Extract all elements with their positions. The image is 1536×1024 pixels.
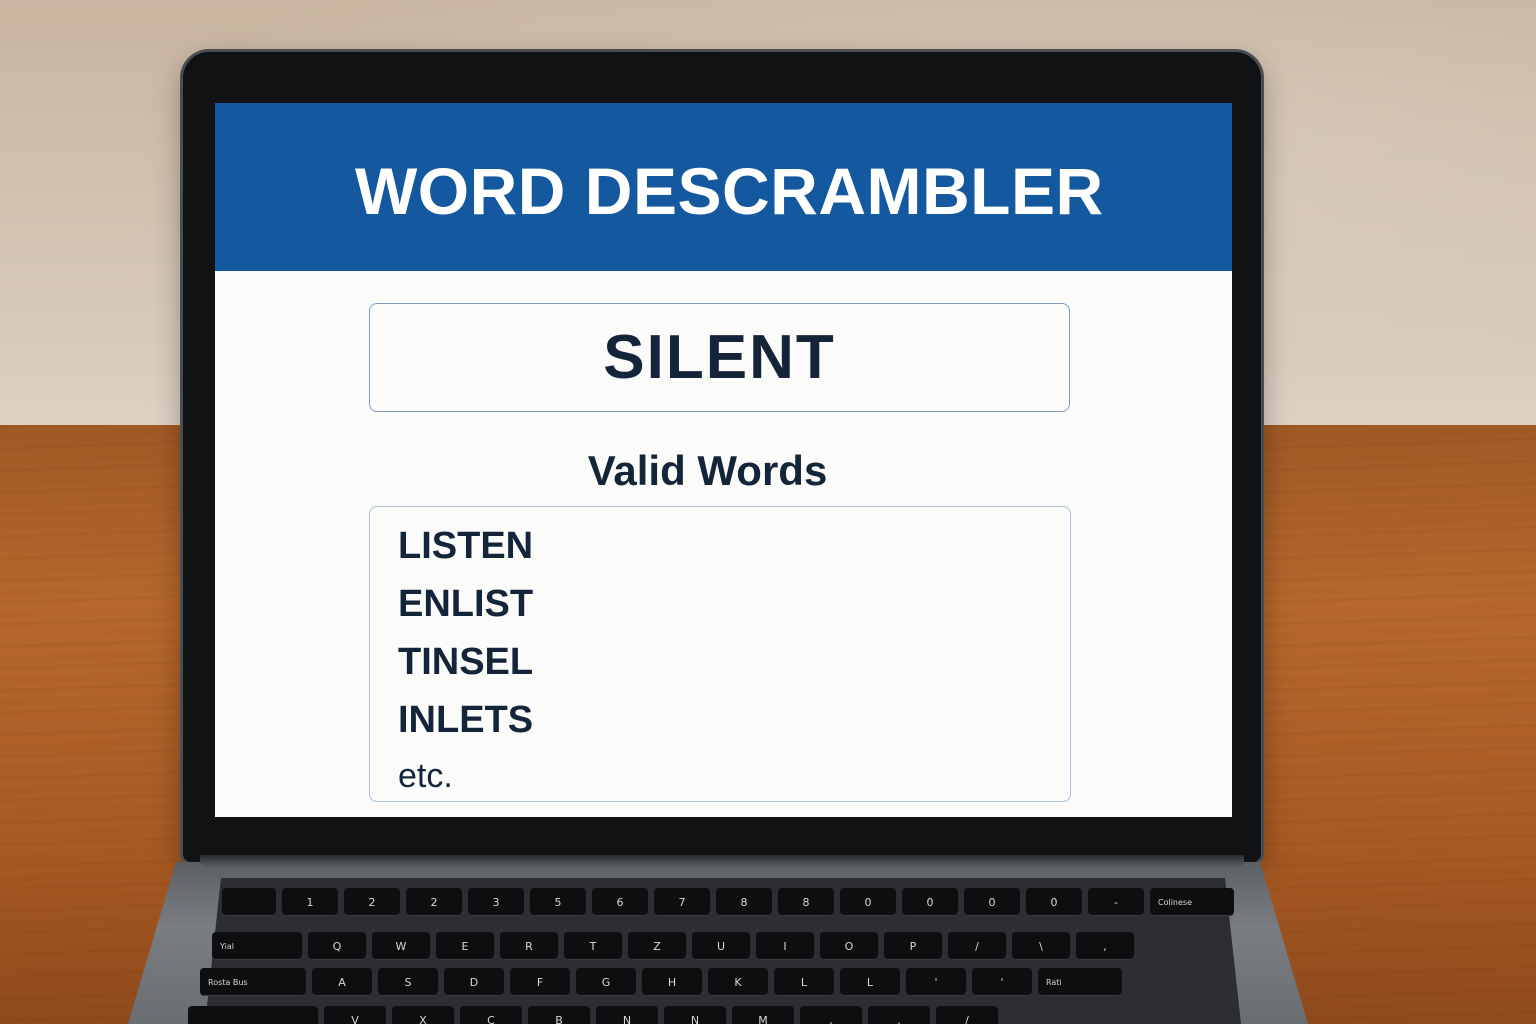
keyboard-key[interactable]: 0	[964, 888, 1020, 916]
keyboard-key[interactable]: 7	[654, 888, 710, 916]
keyboard-key[interactable]: H	[642, 968, 702, 996]
keyboard-key[interactable]: E	[436, 932, 494, 960]
keyboard-key[interactable]: O	[820, 932, 878, 960]
keyboard-key[interactable]: Yial	[212, 932, 302, 960]
keyboard-row-bottom: V X C B N N M , . /	[188, 1006, 998, 1024]
app-title: WORD DESCRAMBLER	[355, 154, 1104, 228]
keyboard-key[interactable]: L	[774, 968, 834, 996]
keyboard-key[interactable]: /	[948, 932, 1006, 960]
keyboard-key[interactable]: C	[460, 1006, 522, 1024]
keyboard-key[interactable]: F	[510, 968, 570, 996]
list-item-more: etc.	[398, 757, 453, 795]
keyboard-key[interactable]: 0	[1026, 888, 1082, 916]
keyboard-key[interactable]: Colinese	[1150, 888, 1234, 916]
keyboard-key[interactable]: .	[868, 1006, 930, 1024]
keyboard-key[interactable]: U	[692, 932, 750, 960]
keyboard-row-top-letters: Yial Q W E R T Z U I O P / \ ,	[212, 932, 1134, 960]
keyboard-key[interactable]: N	[664, 1006, 726, 1024]
keyboard-key[interactable]: V	[324, 1006, 386, 1024]
keyboard-row-numbers: 1 2 2 3 5 6 7 8 8 0 0 0 0 - Colinese	[222, 888, 1234, 916]
keyboard-key[interactable]: G	[576, 968, 636, 996]
list-item: TINSEL	[398, 641, 534, 683]
valid-words-list: LISTEN ENLIST TINSEL INLETS etc.	[369, 506, 1071, 802]
keyboard-key[interactable]: ,	[800, 1006, 862, 1024]
keyboard-key[interactable]: T	[564, 932, 622, 960]
keyboard-key[interactable]: ,	[1076, 932, 1134, 960]
keyboard-key[interactable]: \	[1012, 932, 1070, 960]
keyboard-key[interactable]: R	[500, 932, 558, 960]
list-item: LISTEN	[398, 525, 534, 567]
keyboard-key[interactable]: 0	[840, 888, 896, 916]
keyboard-key[interactable]: X	[392, 1006, 454, 1024]
keyboard-key[interactable]: 8	[716, 888, 772, 916]
keyboard-key[interactable]: Q	[308, 932, 366, 960]
keyboard-key[interactable]: D	[444, 968, 504, 996]
keyboard-key[interactable]: '	[972, 968, 1032, 996]
scrambled-word-value: SILENT	[603, 323, 836, 392]
keyboard-key[interactable]: -	[1088, 888, 1144, 916]
keyboard-row-home: Rosta Bus A S D F G H K L L ' ' Rati	[200, 968, 1122, 996]
scrambled-word-input[interactable]: SILENT	[369, 303, 1070, 412]
keyboard-key[interactable]: N	[596, 1006, 658, 1024]
keyboard-key[interactable]: P	[884, 932, 942, 960]
keyboard-key[interactable]: L	[840, 968, 900, 996]
keyboard-key[interactable]: W	[372, 932, 430, 960]
list-item: ENLIST	[398, 583, 534, 625]
keyboard-key[interactable]: 3	[468, 888, 524, 916]
keyboard-key[interactable]: Rosta Bus	[200, 968, 306, 996]
keyboard-key[interactable]: M	[732, 1006, 794, 1024]
keyboard-key[interactable]: I	[756, 932, 814, 960]
keyboard-key[interactable]: 0	[902, 888, 958, 916]
valid-words-heading: Valid Words	[587, 447, 828, 494]
app-header: WORD DESCRAMBLER	[215, 103, 1232, 271]
keyboard-key[interactable]: 2	[344, 888, 400, 916]
keyboard-key[interactable]: 2	[406, 888, 462, 916]
keyboard-key[interactable]: /	[936, 1006, 998, 1024]
keyboard-key[interactable]: 6	[592, 888, 648, 916]
keyboard-key[interactable]	[222, 888, 276, 916]
keyboard-key[interactable]: '	[906, 968, 966, 996]
keyboard-key[interactable]: 8	[778, 888, 834, 916]
keyboard-key[interactable]	[188, 1006, 318, 1024]
keyboard-key[interactable]: S	[378, 968, 438, 996]
laptop-hinge	[200, 855, 1244, 867]
keyboard-key[interactable]: Z	[628, 932, 686, 960]
laptop-screen: WORD DESCRAMBLER SILENT Valid Words LIST…	[215, 103, 1232, 817]
keyboard-key[interactable]: B	[528, 1006, 590, 1024]
keyboard-key[interactable]: K	[708, 968, 768, 996]
list-item: INLETS	[398, 699, 534, 741]
photo-scene: WORD DESCRAMBLER SILENT Valid Words LIST…	[0, 0, 1536, 1024]
keyboard-key[interactable]: 5	[530, 888, 586, 916]
keyboard-key[interactable]: A	[312, 968, 372, 996]
keyboard-key[interactable]: 1	[282, 888, 338, 916]
keyboard-key[interactable]: Rati	[1038, 968, 1122, 996]
